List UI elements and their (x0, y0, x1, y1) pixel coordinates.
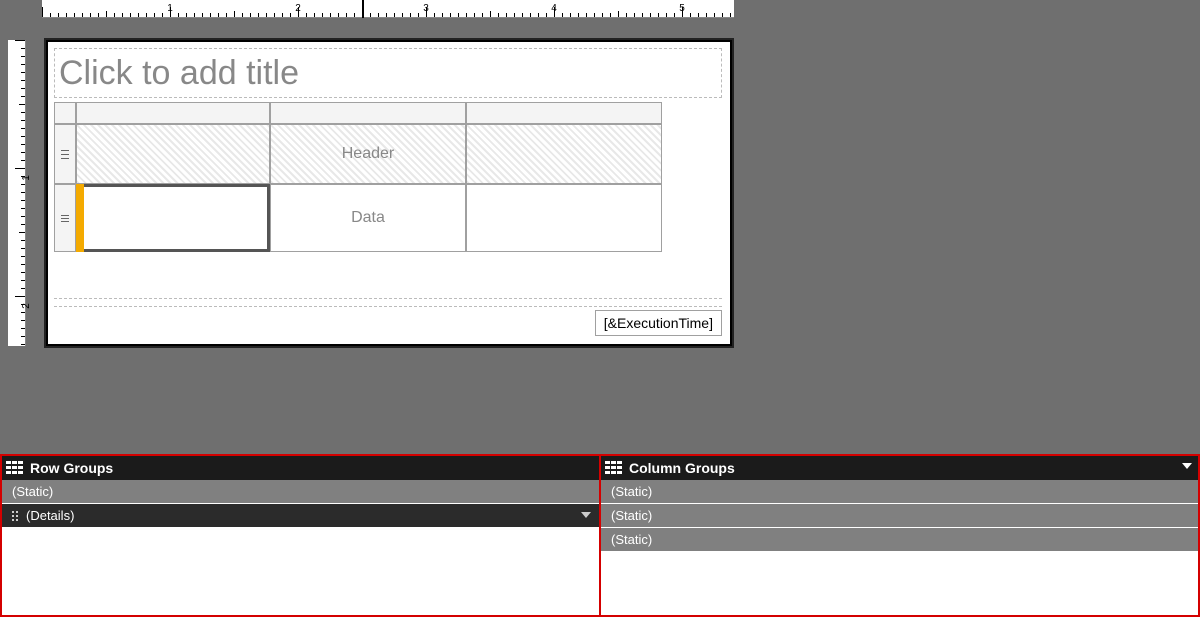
column-group-list[interactable]: (Static) (Static) (Static) (601, 480, 1198, 615)
column-group-item-label: (Static) (611, 532, 652, 547)
tablix-data-cell-1-selected[interactable] (76, 184, 270, 252)
details-handle-icon (61, 215, 69, 222)
dash-icon (61, 150, 69, 159)
horizontal-ruler: 1 2 3 4 5 (42, 0, 734, 18)
column-group-item-label: (Static) (611, 484, 652, 499)
tablix-col-handle-2[interactable] (270, 102, 466, 124)
ruler-position-indicator (362, 0, 364, 18)
tablix-row-handle-header[interactable] (54, 124, 76, 184)
tablix-row-handle-data[interactable] (54, 184, 76, 252)
ruler-h-label: 4 (544, 3, 564, 14)
tablix-col-handle-1[interactable] (76, 102, 270, 124)
chevron-down-icon[interactable] (581, 512, 591, 518)
column-group-item[interactable]: (Static) (601, 528, 1198, 552)
row-group-list[interactable]: (Static) (Details) (2, 480, 599, 615)
drag-handle-icon (12, 511, 20, 521)
ruler-h-label: 5 (672, 3, 692, 14)
row-groups-title: Row Groups (30, 460, 113, 476)
column-groups-panel: Column Groups (Static) (Static) (Static) (601, 456, 1198, 615)
body-footer-divider (54, 298, 722, 299)
report-title-placeholder: Click to add title (59, 54, 299, 93)
tablix-corner-handle[interactable] (54, 102, 76, 124)
column-groups-header[interactable]: Column Groups (601, 456, 1198, 480)
tablix-column-handle-row[interactable] (54, 102, 722, 124)
header-row-label: Header (342, 145, 394, 163)
selection-handle-icon (76, 184, 84, 252)
ruler-h-label: 3 (416, 3, 436, 14)
ruler-v-label: 2 (21, 300, 32, 312)
ruler-v-label: 1 (21, 172, 32, 184)
grouping-pane: Row Groups (Static) (Details) Column Grou… (0, 454, 1200, 617)
chevron-down-icon[interactable] (1182, 463, 1192, 469)
table-icon (6, 461, 24, 475)
report-design-surface: 12345 12 Click to add title (0, 0, 1200, 454)
column-group-item[interactable]: (Static) (601, 480, 1198, 504)
column-group-item[interactable]: (Static) (601, 504, 1198, 528)
vertical-ruler: 12 (8, 40, 26, 346)
row-group-item[interactable]: (Static) (2, 480, 599, 504)
execution-time-textbox[interactable]: [&ExecutionTime] (595, 310, 722, 336)
tablix-header-cell-1[interactable] (76, 124, 270, 184)
row-groups-panel: Row Groups (Static) (Details) (2, 456, 601, 615)
execution-time-expression: [&ExecutionTime] (604, 315, 713, 331)
tablix-header-cell-2[interactable]: Header (270, 124, 466, 184)
row-group-item[interactable]: (Details) (2, 504, 599, 528)
tablix-header-row[interactable]: Header (54, 124, 722, 184)
tablix-data-cell-3[interactable] (466, 184, 662, 252)
column-groups-title: Column Groups (629, 460, 735, 476)
report-body[interactable]: Click to add title (46, 40, 732, 346)
data-row-label: Data (351, 209, 385, 227)
column-group-item-label: (Static) (611, 508, 652, 523)
tablix-col-handle-3[interactable] (466, 102, 662, 124)
row-group-item-label: (Static) (12, 484, 53, 499)
tablix-region[interactable]: Header (54, 102, 722, 252)
ruler-h-label: 1 (160, 3, 180, 14)
ruler-h-label: 2 (288, 3, 308, 14)
row-group-item-label: (Details) (26, 508, 74, 523)
report-title-textbox[interactable]: Click to add title (54, 48, 722, 98)
row-groups-header[interactable]: Row Groups (2, 456, 599, 480)
table-icon (605, 461, 623, 475)
tablix-data-cell-2[interactable]: Data (270, 184, 466, 252)
report-footer[interactable]: [&ExecutionTime] (54, 306, 722, 336)
tablix-data-row[interactable]: Data (54, 184, 722, 252)
tablix-header-cell-3[interactable] (466, 124, 662, 184)
